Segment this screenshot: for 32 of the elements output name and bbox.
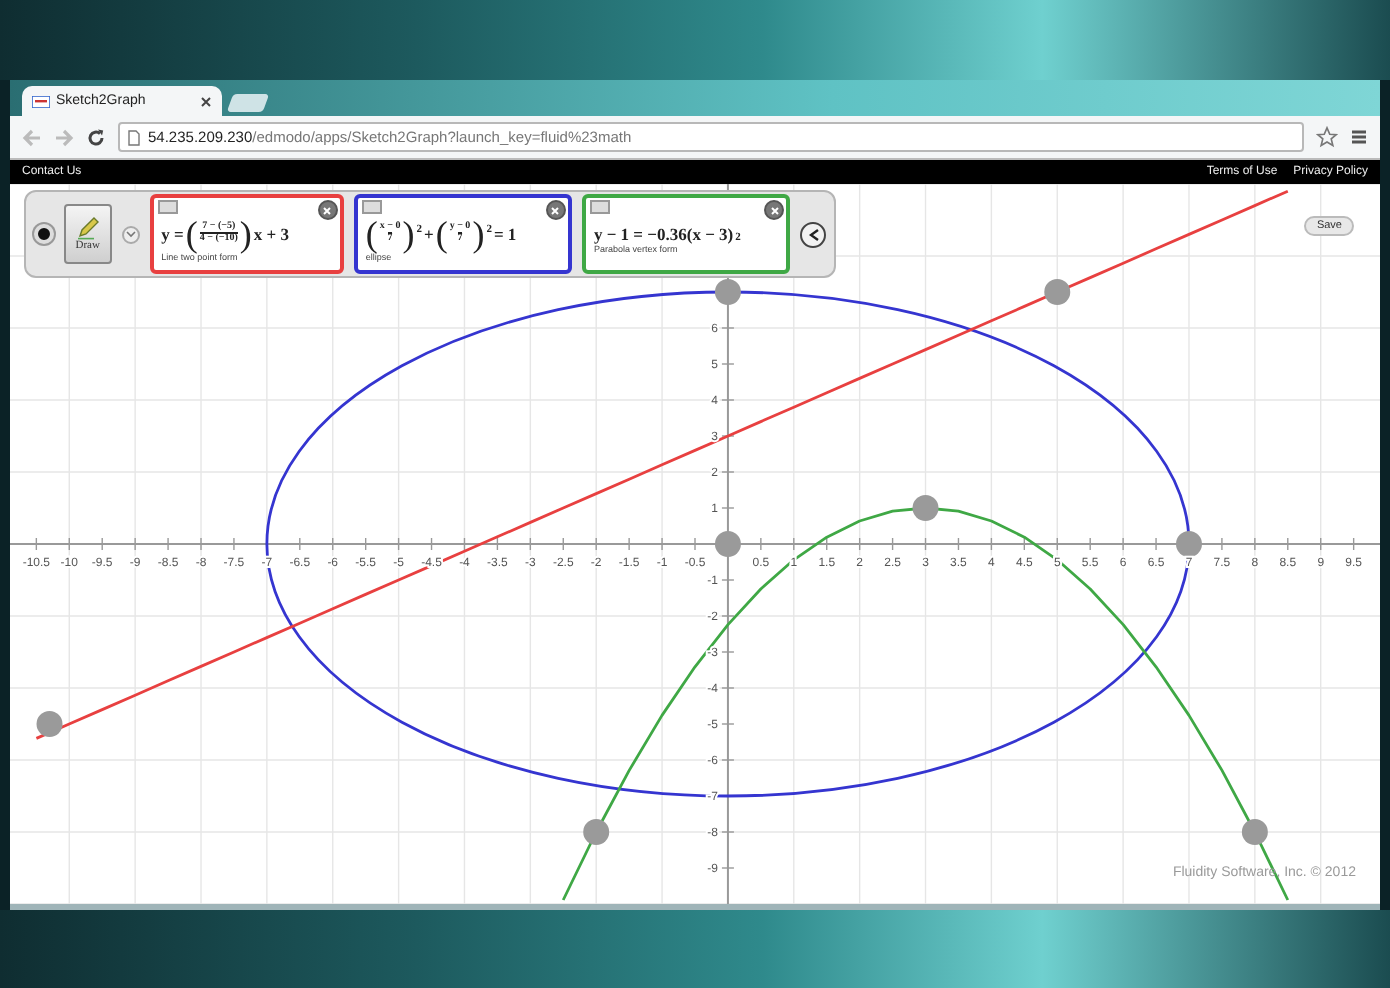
control-point[interactable] bbox=[583, 819, 610, 845]
control-point[interactable] bbox=[714, 279, 741, 305]
card-tab-icon[interactable] bbox=[589, 200, 610, 214]
forward-icon[interactable] bbox=[54, 127, 74, 147]
control-point[interactable] bbox=[1241, 819, 1268, 845]
card-tab-icon[interactable] bbox=[361, 200, 382, 214]
close-button[interactable] bbox=[317, 200, 338, 220]
close-button[interactable] bbox=[545, 200, 566, 220]
chevron-left-icon bbox=[807, 227, 820, 241]
star-icon[interactable] bbox=[1316, 126, 1338, 148]
pencil-icon bbox=[75, 216, 100, 240]
control-point[interactable] bbox=[1176, 531, 1202, 557]
back-icon[interactable] bbox=[22, 127, 42, 147]
menu-icon[interactable] bbox=[1350, 128, 1368, 146]
control-point[interactable] bbox=[36, 711, 63, 737]
close-icon[interactable] bbox=[200, 95, 212, 107]
page-icon bbox=[128, 129, 140, 145]
collapse-button[interactable] bbox=[800, 221, 826, 247]
close-icon bbox=[769, 205, 780, 215]
close-button[interactable] bbox=[764, 200, 785, 220]
control-point[interactable] bbox=[912, 495, 939, 521]
close-icon bbox=[322, 205, 333, 215]
control-point[interactable] bbox=[714, 531, 741, 557]
favicon-icon bbox=[32, 95, 50, 107]
control-point[interactable] bbox=[1044, 279, 1071, 305]
close-icon bbox=[550, 205, 561, 215]
card-tab-icon[interactable] bbox=[157, 200, 178, 214]
caret-icon bbox=[125, 230, 136, 238]
reload-icon[interactable] bbox=[86, 127, 106, 147]
new-tab-button[interactable] bbox=[226, 94, 270, 112]
dropdown-button[interactable] bbox=[121, 225, 140, 243]
dot-button[interactable] bbox=[34, 224, 54, 244]
